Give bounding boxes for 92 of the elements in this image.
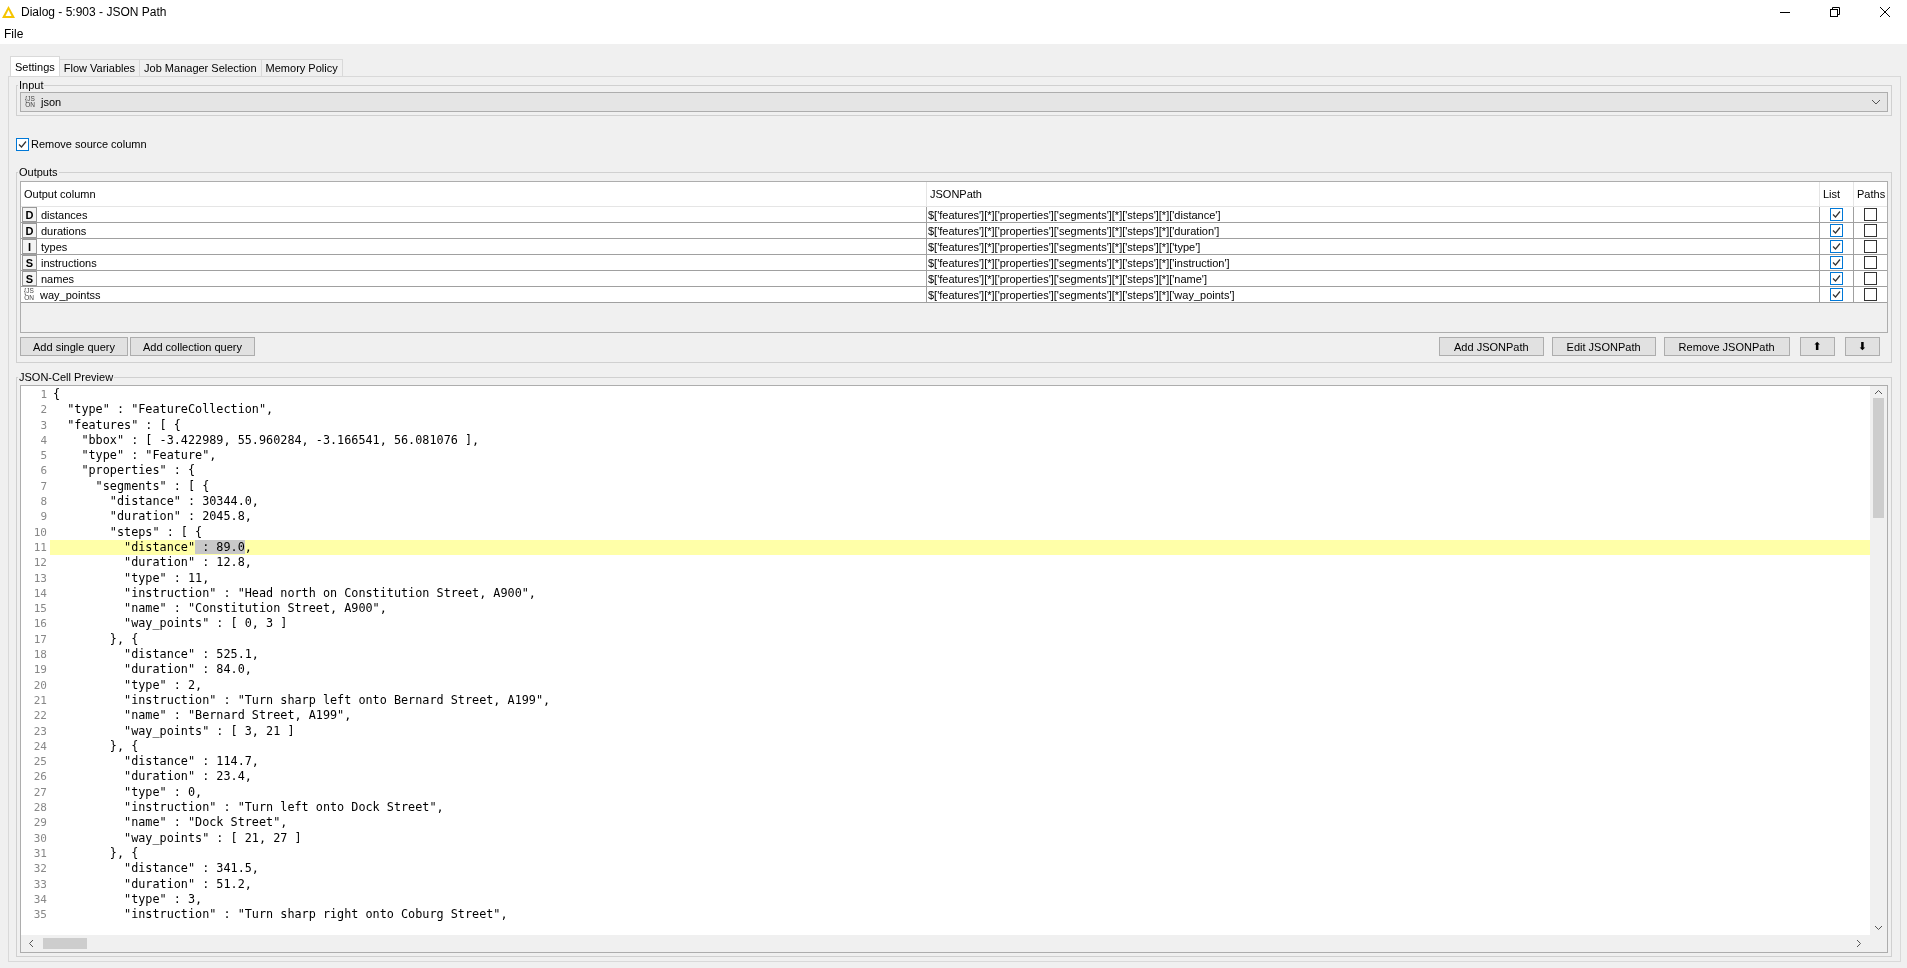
code-line: "instruction" : "Head north on Constitution Street, A900", xyxy=(123,585,536,602)
type-icon: D xyxy=(22,207,37,222)
jsonpath-button[interactable]: Edit JSONPath xyxy=(1551,337,1656,356)
group-label: JSON-Cell Preview xyxy=(18,371,115,383)
code-line: "distance" : 89.0, xyxy=(123,539,252,556)
menu-item[interactable]: File xyxy=(2,27,26,41)
checkbox[interactable] xyxy=(1864,240,1877,253)
code-line: "name" : "Dock Street", xyxy=(123,815,288,831)
chevron-down-icon xyxy=(1871,99,1881,105)
horizontal-scrollbar[interactable] xyxy=(21,935,1870,952)
code-line: "instruction" : "Turn sharp right onto Coburg Street", xyxy=(123,907,508,923)
checkbox[interactable] xyxy=(16,137,29,151)
code-line: "properties" : { xyxy=(80,463,196,479)
column-header: JSONPath xyxy=(926,182,1819,207)
jsonpath-button[interactable]: Remove JSONPath xyxy=(1663,337,1790,356)
tab[interactable]: Job Manager Selection xyxy=(139,59,262,76)
checkbox[interactable] xyxy=(1864,272,1877,285)
jsonpath-button[interactable]: Add JSONPath xyxy=(1439,337,1544,356)
table-cell: $['features'][*]['properties']['segments'][*]['steps'][*]['way_points'] xyxy=(928,288,1235,301)
code-line: "name" : "Bernard Street, A199", xyxy=(123,708,352,724)
table-cell: $['features'][*]['properties']['segments'][*]['steps'][*]['instruction'] xyxy=(928,256,1230,269)
code-line: "type" : 11, xyxy=(123,570,210,586)
code-line: { xyxy=(52,387,61,403)
code-line: "distance" : 114.7, xyxy=(123,754,259,770)
restore-icon xyxy=(1830,7,1840,17)
code-line: "duration" : 23.4, xyxy=(123,769,252,785)
table-cell: durations xyxy=(41,224,87,237)
checkbox[interactable] xyxy=(1830,208,1843,221)
type-icon: S xyxy=(22,271,37,286)
type-icon: I xyxy=(22,239,37,254)
code-line: "steps" : [ { xyxy=(108,524,203,540)
table-cell: instructions xyxy=(41,256,97,269)
checkbox[interactable] xyxy=(1830,288,1843,301)
checkbox[interactable] xyxy=(1830,256,1843,269)
table-cell: $['features'][*]['properties']['segments'][*]['steps'][*]['distance'] xyxy=(928,208,1221,221)
checkbox[interactable] xyxy=(1830,224,1843,237)
table-cell: $['features'][*]['properties']['segments'][*]['steps'][*]['type'] xyxy=(928,240,1201,253)
checkbox[interactable] xyxy=(1864,256,1877,269)
checkbox[interactable] xyxy=(1864,288,1877,301)
group-label: Outputs xyxy=(18,166,59,178)
close-icon xyxy=(1880,7,1890,17)
column-header: Output column xyxy=(21,182,926,207)
table-cell: names xyxy=(41,272,75,285)
code-line: "features" : [ { xyxy=(66,417,181,433)
code-line: "type" : 3, xyxy=(123,891,203,908)
code-line: "type" : 0, xyxy=(123,784,203,800)
code-line: "way_points" : [ 3, 21 ] xyxy=(123,723,295,739)
code-line: }, { xyxy=(108,631,139,648)
code-line: "distance" : 525.1, xyxy=(123,647,259,663)
table-cell: $['features'][*]['properties']['segments'][*]['steps'][*]['name'] xyxy=(928,272,1208,285)
checkbox[interactable] xyxy=(1830,272,1843,285)
move-button[interactable]: ⬇ xyxy=(1844,337,1880,356)
checkbox[interactable] xyxy=(1864,208,1877,221)
code-line: "type" : 2, xyxy=(123,677,203,693)
move-button[interactable]: ⬆ xyxy=(1799,337,1835,356)
code-line: }, { xyxy=(108,738,139,755)
code-line: "way_points" : [ 21, 27 ] xyxy=(123,830,302,846)
scrollbar-thumb[interactable] xyxy=(43,938,87,949)
table-cell: distances xyxy=(41,208,88,221)
table-cell: types xyxy=(41,240,68,253)
code-line: "instruction" : "Turn sharp left onto Bernard Street, A199", xyxy=(123,692,551,709)
code-line: "instruction" : "Turn left onto Dock Street", xyxy=(123,800,444,816)
window-title: Dialog - 5:903 - JSON Path xyxy=(21,5,168,19)
code-line: "name" : "Constitution Street, A900", xyxy=(123,601,387,617)
code-line: }, { xyxy=(108,845,139,862)
code-line: "duration" : 12.8, xyxy=(123,555,252,571)
column-header: List xyxy=(1819,182,1853,207)
code-line: "duration" : 51.2, xyxy=(123,876,252,892)
column-header: Paths xyxy=(1853,182,1887,207)
code-line: "segments" : [ { xyxy=(94,478,210,495)
tab[interactable]: Settings xyxy=(10,56,60,76)
query-button[interactable]: Add single query xyxy=(20,337,128,356)
code-line: "distance" : 30344.0, xyxy=(108,494,259,510)
type-icon: D xyxy=(22,223,37,238)
checkbox-label: Remove source column xyxy=(31,138,147,150)
query-button[interactable]: Add collection query xyxy=(129,337,255,356)
code-line: "type" : "FeatureCollection", xyxy=(66,402,274,418)
table-cell: $['features'][*]['properties']['segments'][*]['steps'][*]['duration'] xyxy=(928,224,1220,237)
checkbox[interactable] xyxy=(1864,224,1877,237)
checkbox[interactable] xyxy=(1830,240,1843,253)
code-line: "duration" : 84.0, xyxy=(123,662,252,678)
vertical-scrollbar[interactable] xyxy=(1870,386,1887,935)
code-line: "duration" : 2045.8, xyxy=(108,509,252,525)
group-label: Input xyxy=(18,79,45,91)
tab[interactable]: Memory Policy xyxy=(260,59,343,76)
type-icon: S xyxy=(22,255,37,270)
table-cell: way_pointss xyxy=(40,288,101,301)
code-line: "type" : "Feature", xyxy=(80,448,217,464)
code-line: "distance" : 341.5, xyxy=(123,861,259,877)
code-line: "way_points" : [ 0, 3 ] xyxy=(123,616,288,632)
code-line: "bbox" : [ -3.422989, 55.960284, -3.166541, 56.081076 ], xyxy=(80,432,480,449)
scrollbar-thumb[interactable] xyxy=(1873,398,1884,518)
